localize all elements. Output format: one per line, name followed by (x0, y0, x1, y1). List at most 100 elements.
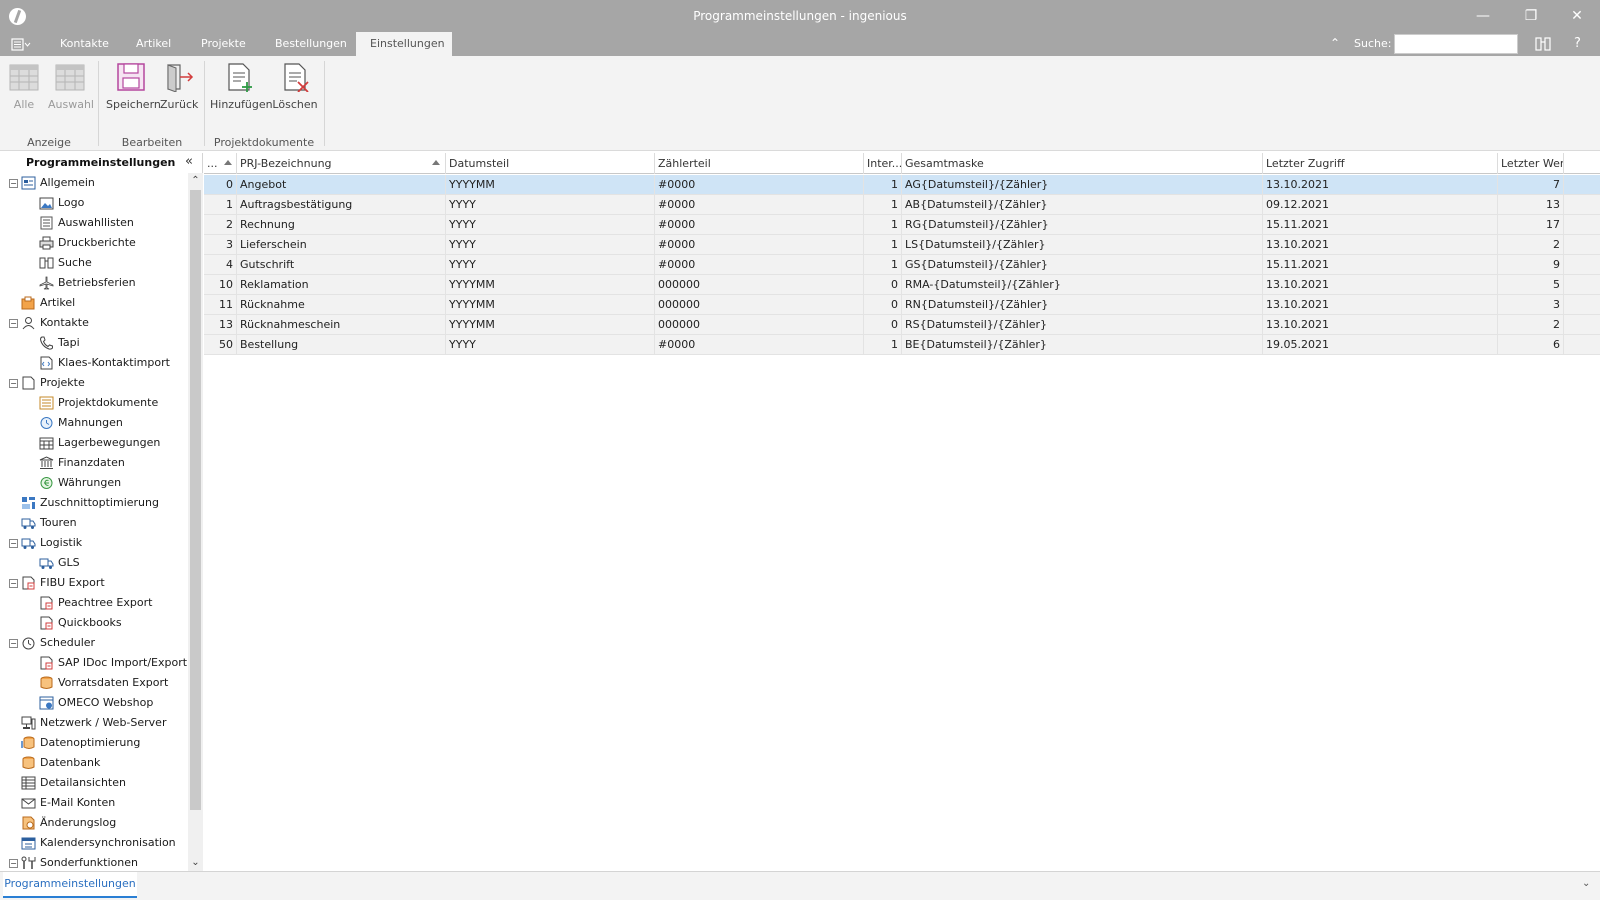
table-cell[interactable]: YYYYMM (446, 175, 655, 195)
table-cell[interactable]: Lieferschein (237, 235, 446, 255)
table-cell[interactable]: Angebot (237, 175, 446, 195)
scroll-down-icon[interactable]: ⌄ (188, 855, 203, 871)
table-row[interactable]: 3 Lieferschein YYYY #0000 1 LS{Datumsteil}/{Z… (204, 235, 1600, 255)
table-cell[interactable]: RS{Datumsteil}/{Zähler} (902, 315, 1263, 335)
collapse-icon[interactable]: − (9, 319, 18, 328)
table-row[interactable]: 1 Auftragsbestätigung YYYY #0000 1 AB{Datumst… (204, 195, 1600, 215)
sidebar-item-kalendersynchronisation[interactable]: Kalendersynchronisation (3, 833, 187, 853)
sidebar-item-tapi[interactable]: Tapi (3, 333, 187, 353)
collapse-icon[interactable]: − (9, 539, 18, 548)
table-cell[interactable]: Rücknahme (237, 295, 446, 315)
table-cell[interactable]: RG{Datumsteil}/{Zähler} (902, 215, 1263, 235)
sidebar-item-auswahllisten[interactable]: Auswahllisten (3, 213, 187, 233)
table-cell[interactable]: YYYYMM (446, 295, 655, 315)
tab-projekte[interactable]: Projekte (187, 32, 260, 56)
column-header[interactable]: Letzter Wert (1498, 153, 1564, 174)
minimize-button[interactable]: — (1460, 0, 1506, 32)
collapse-icon[interactable]: − (9, 579, 18, 588)
table-cell[interactable]: 6 (1498, 335, 1564, 355)
table-cell[interactable]: YYYY (446, 235, 655, 255)
table-cell[interactable]: RMA-{Datumsteil}/{Zähler} (902, 275, 1263, 295)
sidebar-item-betriebsferien[interactable]: Betriebsferien (3, 273, 187, 293)
table-cell[interactable]: RN{Datumsteil}/{Zähler} (902, 295, 1263, 315)
add-document-button[interactable]: Hinzufügen (210, 62, 273, 122)
table-cell[interactable]: 13.10.2021 (1263, 295, 1498, 315)
table-cell[interactable]: #0000 (655, 195, 864, 215)
binoculars-icon[interactable] (1534, 36, 1552, 52)
sidebar-item-e-mail-konten[interactable]: E-Mail Konten (3, 793, 187, 813)
table-cell[interactable]: 5 (1498, 275, 1564, 295)
table-row[interactable]: 10 Reklamation YYYYMM 000000 0 RMA-{Datumstei… (204, 275, 1600, 295)
table-cell[interactable]: 4 (204, 255, 237, 275)
collapse-ribbon-icon[interactable]: ⌃ (1330, 36, 1340, 50)
sidebar-scrollbar[interactable]: ⌃ ⌄ (188, 173, 203, 871)
table-cell[interactable]: #0000 (655, 215, 864, 235)
sidebar-item-suche[interactable]: Suche (3, 253, 187, 273)
sidebar-item-fibu-export[interactable]: − FIBU Export (3, 573, 187, 593)
table-cell[interactable]: 11 (204, 295, 237, 315)
table-cell[interactable]: 0 (864, 315, 902, 335)
show-all-button[interactable]: Alle (8, 62, 40, 122)
table-cell[interactable]: 2 (204, 215, 237, 235)
table-cell[interactable]: 2 (1498, 235, 1564, 255)
tab-kontakte[interactable]: Kontakte (46, 32, 123, 56)
table-cell[interactable]: 13.10.2021 (1263, 175, 1498, 195)
delete-document-button[interactable]: Löschen (272, 62, 318, 122)
sidebar-item-datenbank[interactable]: Datenbank (3, 753, 187, 773)
table-cell[interactable]: AB{Datumsteil}/{Zähler} (902, 195, 1263, 215)
table-cell[interactable]: 13 (204, 315, 237, 335)
table-cell[interactable]: 2 (1498, 315, 1564, 335)
sidebar-item-zuschnittoptimierung[interactable]: Zuschnittoptimierung (3, 493, 187, 513)
sidebar-item-klaes-kontaktimport[interactable]: Klaes-Kontaktimport (3, 353, 187, 373)
tab-artikel[interactable]: Artikel (122, 32, 185, 56)
close-button[interactable]: ✕ (1554, 0, 1600, 32)
sidebar-item-mahnungen[interactable]: Mahnungen (3, 413, 187, 433)
tab-einstellungen[interactable]: Einstellungen (356, 32, 452, 56)
table-cell[interactable]: 9 (1498, 255, 1564, 275)
sidebar-item-peachtree-export[interactable]: Peachtree Export (3, 593, 187, 613)
scroll-up-icon[interactable]: ⌃ (188, 173, 203, 189)
collapse-icon[interactable]: − (9, 859, 18, 868)
tab-bestellungen[interactable]: Bestellungen (261, 32, 361, 56)
table-cell[interactable]: 1 (864, 335, 902, 355)
sidebar-item-sap-idoc-import-export[interactable]: SAP IDoc Import/Export (3, 653, 187, 673)
table-cell[interactable]: 0 (204, 175, 237, 195)
table-cell[interactable]: 0 (864, 295, 902, 315)
sidebar-item-lagerbewegungen[interactable]: Lagerbewegungen (3, 433, 187, 453)
help-icon[interactable]: ? (1574, 36, 1581, 51)
table-cell[interactable]: Rücknahmeschein (237, 315, 446, 335)
sidebar-item-scheduler[interactable]: − Scheduler (3, 633, 187, 653)
application-menu-icon[interactable] (11, 38, 31, 51)
table-cell[interactable]: Bestellung (237, 335, 446, 355)
sidebar-item-kontakte[interactable]: − Kontakte (3, 313, 187, 333)
sidebar-item-projektdokumente[interactable]: Projektdokumente (3, 393, 187, 413)
column-header[interactable]: Zählerteil (655, 153, 864, 174)
table-cell[interactable]: 1 (864, 195, 902, 215)
show-selection-button[interactable]: Auswahl (48, 62, 94, 122)
table-cell[interactable]: YYYY (446, 195, 655, 215)
table-cell[interactable]: 13.10.2021 (1263, 315, 1498, 335)
sidebar-item-logo[interactable]: Logo (3, 193, 187, 213)
column-header[interactable]: Letzter Zugriff (1263, 153, 1498, 174)
collapse-icon[interactable]: − (9, 639, 18, 648)
search-input[interactable] (1394, 34, 1518, 54)
sidebar-item-datenoptimierung[interactable]: Datenoptimierung (3, 733, 187, 753)
table-cell[interactable]: GS{Datumsteil}/{Zähler} (902, 255, 1263, 275)
sidebar-item-artikel[interactable]: Artikel (3, 293, 187, 313)
back-button[interactable]: Zurück (160, 62, 198, 122)
table-cell[interactable]: 1 (864, 255, 902, 275)
table-cell[interactable]: Gutschrift (237, 255, 446, 275)
table-cell[interactable]: 17 (1498, 215, 1564, 235)
table-cell[interactable]: YYYY (446, 335, 655, 355)
collapse-panel-icon[interactable]: « (185, 154, 193, 169)
sidebar-item-vorratsdaten-export[interactable]: Vorratsdaten Export (3, 673, 187, 693)
sidebar-item-allgemein[interactable]: − Allgemein (3, 173, 187, 193)
table-cell[interactable]: YYYYMM (446, 275, 655, 295)
table-cell[interactable]: 0 (864, 275, 902, 295)
table-cell[interactable]: 10 (204, 275, 237, 295)
sidebar-item-währungen[interactable]: Währungen (3, 473, 187, 493)
collapse-icon[interactable]: − (9, 379, 18, 388)
table-cell[interactable]: YYYYMM (446, 315, 655, 335)
table-cell[interactable]: 09.12.2021 (1263, 195, 1498, 215)
table-cell[interactable]: #0000 (655, 335, 864, 355)
